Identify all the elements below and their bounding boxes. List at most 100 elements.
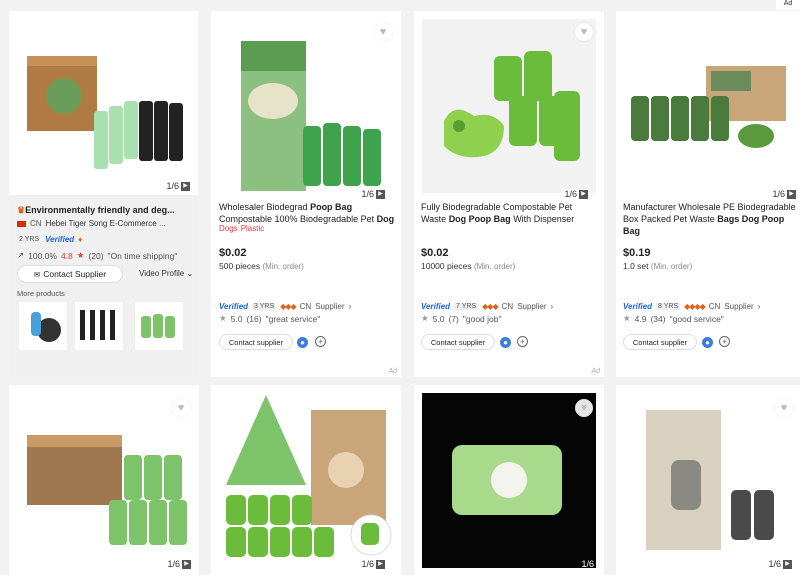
- product-image[interactable]: 1/6 ▶: [211, 385, 401, 575]
- medal-icon: ◆◆◆◆: [684, 302, 706, 311]
- more-product-thumb-2[interactable]: [75, 302, 123, 350]
- product-card[interactable]: ♥ 1/6 ▶: [9, 385, 199, 575]
- chevron-right-icon: ›: [757, 302, 761, 311]
- min-order: 500 pieces (Min. order): [219, 261, 304, 271]
- medal-icon: ◆◆◆: [482, 302, 499, 311]
- play-icon[interactable]: ▶: [783, 559, 792, 569]
- product-card[interactable]: ♥ 1/6 ▶: [616, 385, 800, 575]
- play-icon[interactable]: ▶: [182, 559, 191, 569]
- more-product-thumb-3[interactable]: [135, 302, 183, 350]
- verified-badge[interactable]: Verified: [219, 302, 248, 311]
- verified-badge[interactable]: Verified: [623, 302, 652, 311]
- years-badge: 8 YRS: [656, 303, 681, 310]
- add-compare-icon[interactable]: +: [315, 336, 326, 347]
- featured-product-image[interactable]: 1/6 ▶: [9, 11, 198, 195]
- product-card[interactable]: 1/6 ▶ Manufacturer Wholesale PE Biodegrad…: [616, 11, 800, 377]
- contact-supplier-button[interactable]: Contact supplier: [421, 334, 495, 350]
- product-image[interactable]: ♥ 1/6 ▶: [211, 11, 401, 201]
- play-icon[interactable]: ▶: [376, 189, 385, 199]
- product-price: $0.02: [421, 247, 449, 259]
- country-label: CN: [299, 302, 312, 311]
- favorite-heart-icon[interactable]: ♥: [575, 399, 593, 417]
- contact-supplier-button[interactable]: Contact supplier: [623, 334, 697, 350]
- product-image[interactable]: 1/6 ▶: [616, 11, 800, 201]
- company-name[interactable]: Hebei Tiger Song E-Commerce ...: [46, 219, 166, 228]
- product-image[interactable]: ♥ 1/6 ▶: [616, 385, 800, 575]
- review-quote: "good service": [669, 313, 724, 324]
- video-profile-link[interactable]: Video Profile ⌄: [139, 269, 193, 278]
- featured-company-row[interactable]: CN Hebei Tiger Song E-Commerce ...: [17, 219, 166, 228]
- supplier-link[interactable]: Supplier: [315, 302, 344, 311]
- supplier-link[interactable]: Supplier: [724, 302, 753, 311]
- product-card[interactable]: 1/6 ▶: [211, 385, 401, 575]
- product-card[interactable]: ♥ 1/6: [414, 385, 604, 575]
- review-count[interactable]: (7): [448, 314, 458, 324]
- years-badge: 3 YRS: [252, 303, 277, 310]
- ad-label: Ad: [591, 368, 600, 375]
- review-count[interactable]: (20): [88, 251, 103, 261]
- play-icon[interactable]: ▶: [787, 189, 796, 199]
- years-badge: 7 YRS: [454, 303, 479, 310]
- more-product-thumb-1[interactable]: [19, 302, 67, 350]
- chevron-right-icon: ›: [348, 302, 352, 311]
- supplier-row[interactable]: Verified 7 YRS ◆◆◆ CN Supplier ›: [421, 302, 553, 311]
- favorite-heart-icon[interactable]: ♥: [575, 23, 593, 41]
- chat-icon[interactable]: ●: [702, 337, 713, 348]
- response-rate: 100.0%: [28, 250, 57, 261]
- contact-supplier-button[interactable]: Contact supplier: [219, 334, 293, 350]
- chevron-down-icon: ⌄: [186, 269, 194, 278]
- crown-icon: ♛: [17, 205, 26, 215]
- verified-badge[interactable]: Verified: [45, 235, 74, 244]
- product-title[interactable]: Fully Biodegradable Compostable Pet Wast…: [421, 201, 599, 225]
- star-icon: ★: [219, 313, 227, 323]
- play-icon[interactable]: ▶: [181, 181, 190, 191]
- product-price: $0.02: [219, 247, 247, 259]
- image-counter: 1/6 ▶: [770, 189, 798, 199]
- review-count[interactable]: (16): [246, 314, 261, 324]
- favorite-heart-icon[interactable]: ♥: [172, 399, 190, 417]
- image-counter: 1/6 ▶: [165, 559, 193, 569]
- product-title[interactable]: Wholesaler Biodegrad Poop Bag Compostabl…: [219, 201, 397, 225]
- product-image[interactable]: ♥ 1/6 ▶: [9, 385, 199, 575]
- rating-value: 4.8: [60, 250, 73, 261]
- add-compare-icon[interactable]: +: [517, 336, 528, 347]
- favorite-heart-icon[interactable]: ♥: [775, 399, 793, 417]
- add-compare-icon[interactable]: +: [719, 336, 730, 347]
- chat-icon[interactable]: ●: [297, 337, 308, 348]
- image-counter: 1/6 ▶: [164, 181, 192, 191]
- featured-supplier-card[interactable]: 1/6 ▶ ♛Environmentally friendly and deg..…: [9, 11, 198, 377]
- response-icon: ↗: [17, 250, 25, 260]
- tag-dogs[interactable]: Dogs: [219, 224, 238, 233]
- tag-plastic[interactable]: Plastic: [241, 224, 265, 233]
- supplier-row[interactable]: Verified 8 YRS ◆◆◆◆ CN Supplier ›: [623, 302, 760, 311]
- product-image[interactable]: ♥ 1/6: [414, 385, 604, 575]
- product-card[interactable]: ♥ 1/6 ▶ Wholesaler Biodegrad Poop Bag Com…: [211, 11, 401, 377]
- image-counter: 1/6 ▶: [766, 559, 794, 569]
- ad-label-top: Ad: [776, 0, 800, 10]
- country-label: CN: [30, 219, 42, 228]
- review-quote: "On time shipping": [107, 250, 178, 261]
- years-badge: 2 YRS: [17, 236, 42, 243]
- chat-icon[interactable]: ●: [500, 337, 511, 348]
- review-quote: "great service": [265, 313, 321, 324]
- supplier-row[interactable]: Verified 3 YRS ◆◆◆ CN Supplier ›: [219, 302, 351, 311]
- review-count[interactable]: (34): [650, 314, 665, 324]
- min-order: 10000 pieces (Min. order): [421, 261, 516, 271]
- product-title[interactable]: Manufacturer Wholesale PE Biodegradable …: [623, 201, 799, 237]
- image-counter: 1/6 ▶: [562, 189, 590, 199]
- image-counter: 1/6: [581, 559, 594, 569]
- contact-supplier-button[interactable]: ✉ Contact Supplier: [17, 265, 123, 283]
- review-quote: "good job": [462, 313, 502, 324]
- verified-badge[interactable]: Verified: [421, 302, 450, 311]
- product-image[interactable]: ♥ 1/6 ▶: [414, 11, 604, 201]
- rating-row: ★ 4.9 (34) "good service": [623, 313, 724, 324]
- country-label: CN: [708, 302, 721, 311]
- featured-title[interactable]: ♛Environmentally friendly and deg...: [17, 204, 195, 216]
- min-order: 1.0 set (Min. order): [623, 261, 693, 271]
- favorite-heart-icon[interactable]: ♥: [374, 23, 392, 41]
- product-card[interactable]: ♥ 1/6 ▶ Fully Biodegradable Compostable P…: [414, 11, 604, 377]
- play-icon[interactable]: ▶: [579, 189, 588, 199]
- play-icon[interactable]: ▶: [376, 559, 385, 569]
- supplier-link[interactable]: Supplier: [517, 302, 546, 311]
- country-label: CN: [501, 302, 514, 311]
